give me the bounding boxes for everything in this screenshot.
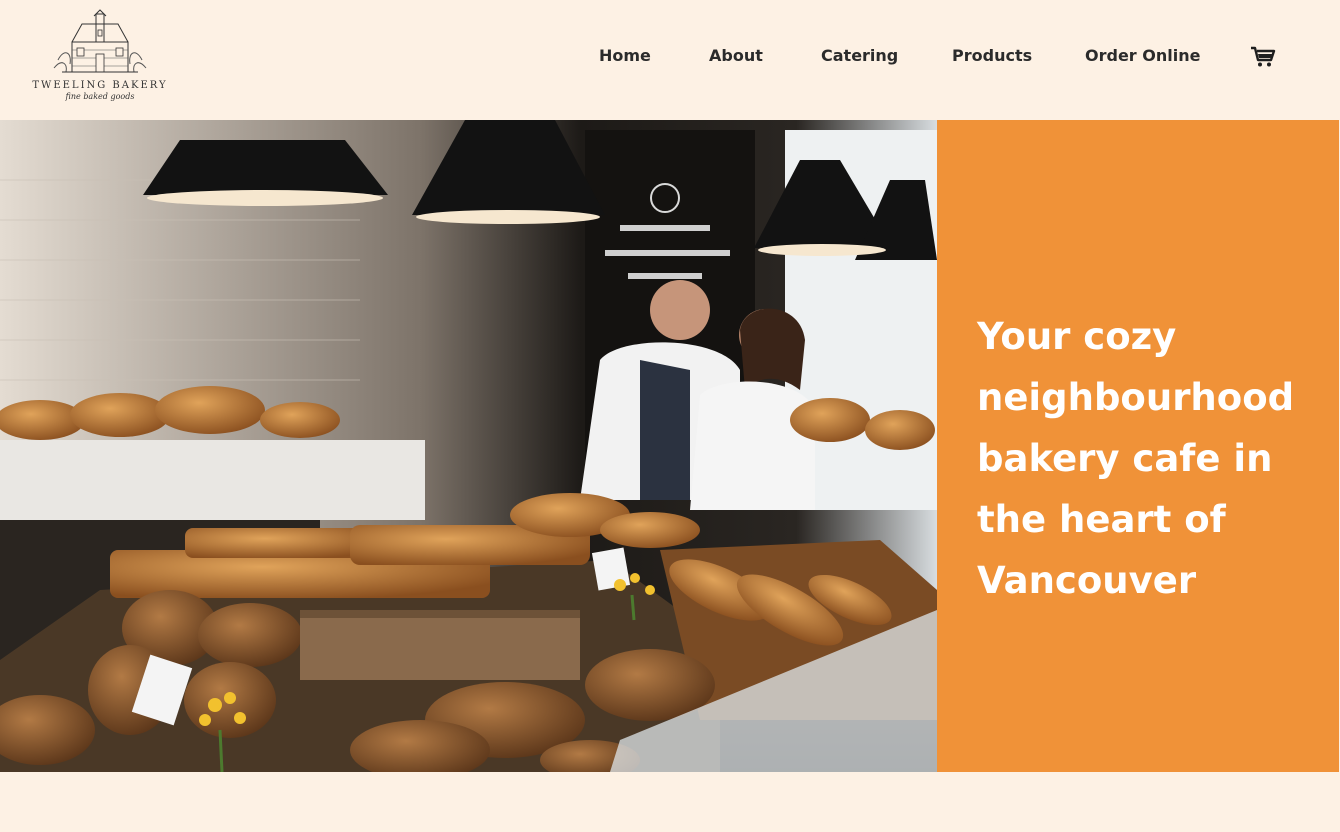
hero-panel: Your cozy neighbourhood bakery cafe in t… [937,120,1339,772]
nav-order-online[interactable]: Order Online [1085,46,1200,65]
nav-products[interactable]: Products [952,46,1032,65]
hero-headline: Your cozy neighbourhood bakery cafe in t… [977,315,1295,602]
nav-about[interactable]: About [709,46,763,65]
brand-tagline: fine baked goods [65,92,135,101]
brand-name: TWEELING BAKERY [32,80,168,91]
nav-home[interactable]: Home [599,46,651,65]
shopping-cart-icon[interactable] [1250,46,1276,68]
hero-image [0,120,937,772]
site-header: TWEELING BAKERY fine baked goods Home Ab… [0,0,1340,120]
main-nav: Home About Catering Products Order Onlin… [0,46,1340,70]
nav-catering[interactable]: Catering [821,46,898,65]
